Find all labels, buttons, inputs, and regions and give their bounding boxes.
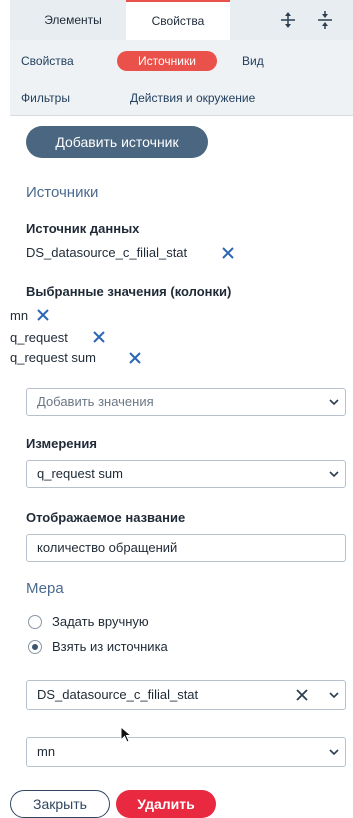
delete-button[interactable]: Удалить xyxy=(116,790,216,818)
close-button[interactable]: Закрыть xyxy=(10,790,110,818)
top-tab-bar: Элементы Свойства xyxy=(10,0,353,40)
measure-section-title: Мера xyxy=(26,580,64,597)
radio-manual[interactable] xyxy=(28,615,42,629)
expand-icon[interactable] xyxy=(278,10,298,30)
add-values-select[interactable]: Добавить значения xyxy=(26,388,346,416)
radio-manual-label: Задать вручную xyxy=(52,614,149,629)
selected-values-label: Выбранные значения (колонки) xyxy=(26,284,232,299)
dimensions-label: Измерения xyxy=(26,436,97,451)
datasource-value: DS_datasource_c_filial_stat xyxy=(26,245,188,260)
remove-value-icon[interactable] xyxy=(128,351,142,365)
clear-selection-icon[interactable] xyxy=(295,688,309,702)
selected-value-item: q_request xyxy=(10,330,68,345)
tab-elements[interactable]: Элементы xyxy=(20,0,126,40)
chevron-down-icon xyxy=(329,399,339,406)
radio-from-source[interactable] xyxy=(28,640,42,654)
sub-tab-bar: Свойства Источники Вид Фильтры Действия … xyxy=(10,40,353,116)
chevron-down-icon xyxy=(329,692,339,699)
tab-properties[interactable]: Свойства xyxy=(126,0,230,40)
properties-panel: Свойства Источники Вид Фильтры Действия … xyxy=(10,40,353,778)
display-name-label: Отображаемое название xyxy=(26,510,186,525)
selected-value-item: q_request sum xyxy=(10,350,96,365)
radio-from-source-label: Взять из источника xyxy=(52,639,168,654)
collapse-icon[interactable] xyxy=(315,10,335,30)
sources-section-title: Источники xyxy=(26,184,99,201)
mouse-cursor-icon xyxy=(120,726,133,743)
chevron-down-icon xyxy=(329,749,339,756)
subtab-view[interactable]: Вид xyxy=(242,51,264,71)
remove-datasource-icon[interactable] xyxy=(221,246,235,260)
display-name-input[interactable]: количество обращений xyxy=(26,534,346,562)
chevron-down-icon xyxy=(329,471,339,478)
subtab-actions[interactable]: Действия и окружение xyxy=(130,88,255,108)
dimensions-select[interactable]: q_request sum xyxy=(26,460,346,488)
datasource-label: Источник данных xyxy=(26,221,140,236)
add-source-button[interactable]: Добавить источник xyxy=(26,126,208,158)
selected-value-item: mn xyxy=(10,308,29,323)
measure-column-select[interactable]: mn xyxy=(26,737,346,767)
subtab-sources[interactable]: Источники xyxy=(117,51,217,71)
subtab-filters[interactable]: Фильтры xyxy=(21,88,70,108)
subtab-properties[interactable]: Свойства xyxy=(21,51,74,71)
remove-value-icon[interactable] xyxy=(36,308,50,322)
remove-value-icon[interactable] xyxy=(92,330,106,344)
